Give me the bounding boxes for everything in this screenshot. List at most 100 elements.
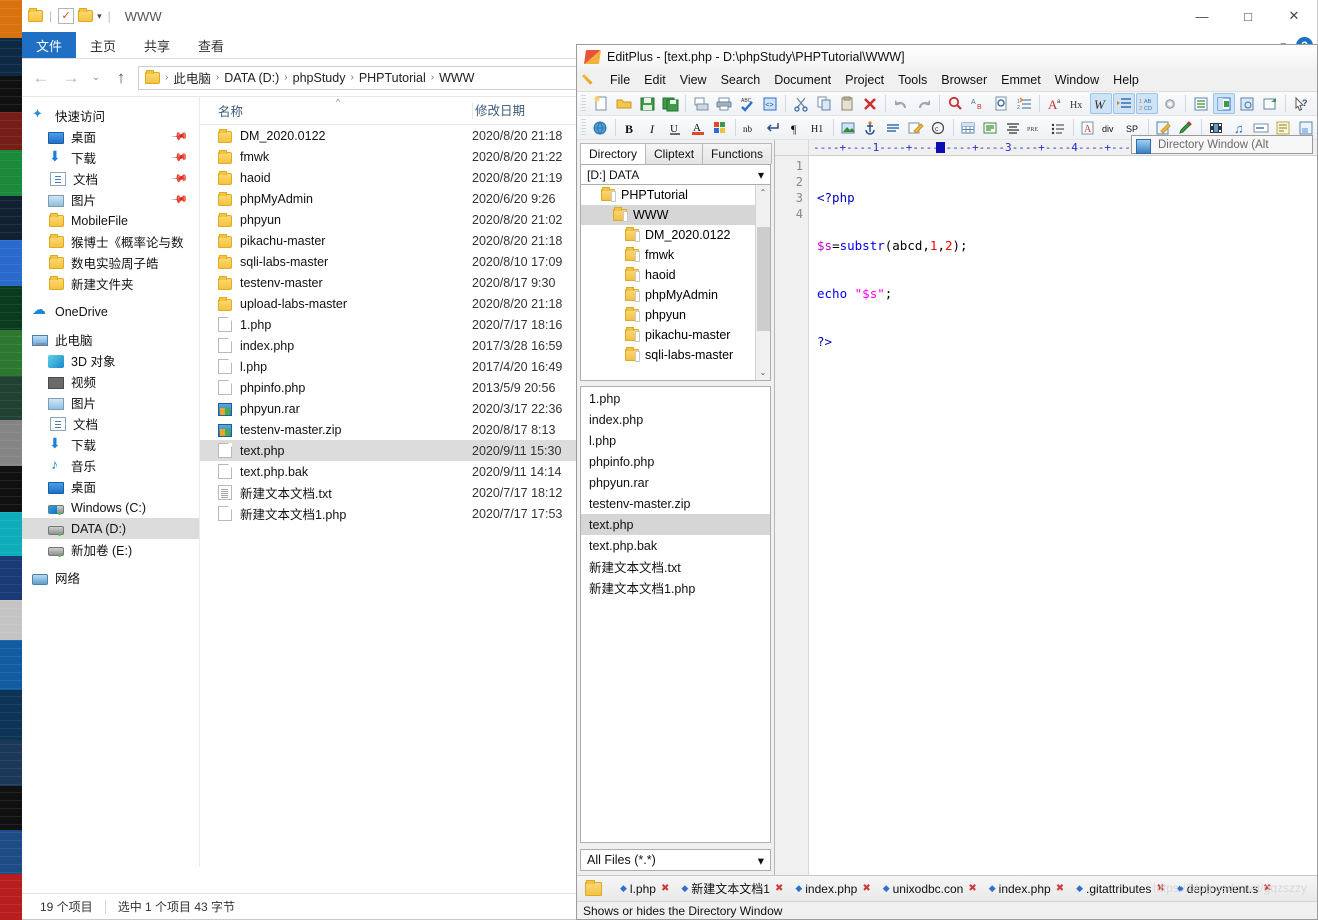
cut-icon[interactable] xyxy=(790,93,812,114)
sidebar-item-17[interactable]: 桌面 xyxy=(22,476,199,497)
sidebar-item-21[interactable]: 网络 xyxy=(22,567,199,588)
breadcrumb-phpstudy[interactable]: phpStudy xyxy=(293,71,346,85)
maximize-button[interactable]: □ xyxy=(1225,0,1271,32)
menu-emmet[interactable]: Emmet xyxy=(994,69,1048,92)
form-icon[interactable] xyxy=(980,117,1001,138)
pin-icon[interactable]: 📌 xyxy=(171,127,190,146)
tab-directory[interactable]: Directory xyxy=(580,143,647,164)
delete-icon[interactable] xyxy=(859,93,881,114)
document-tab-5[interactable]: ◆ .gitattributes ✖ xyxy=(1070,882,1171,896)
directory-file-list[interactable]: 1.php index.php l.php phpinfo.php phpyun.rar… xyxy=(580,386,771,843)
source-code-icon[interactable]: <> xyxy=(759,93,781,114)
menu-search[interactable]: Search xyxy=(714,69,768,92)
directory-tree-item-0[interactable]: PHPTutorial xyxy=(581,185,770,205)
copyright-icon[interactable]: c xyxy=(927,117,948,138)
align-icon[interactable] xyxy=(1003,117,1024,138)
sidebar-item-6[interactable]: 猴博士《概率论与数 xyxy=(22,231,199,252)
copy-icon[interactable] xyxy=(813,93,835,114)
close-icon[interactable]: ✖ xyxy=(1156,883,1164,894)
chevron-down-icon[interactable]: ▾ xyxy=(758,168,764,182)
sidebar-item-11[interactable]: 3D 对象 xyxy=(22,350,199,371)
heading-icon[interactable]: H1 xyxy=(807,117,828,138)
list-item[interactable]: 新建文本文档.txt xyxy=(581,556,770,577)
sidebar-item-8[interactable]: 新建文件夹 xyxy=(22,273,199,294)
ribbon-tab-view[interactable]: 查看 xyxy=(184,32,238,58)
directory-tree-item-1[interactable]: WWW xyxy=(581,205,770,225)
close-icon[interactable]: ✖ xyxy=(968,883,976,894)
document-tab-0[interactable]: ◆ l.php ✖ xyxy=(614,882,675,896)
pin-icon[interactable]: 📌 xyxy=(171,169,190,188)
save-icon[interactable] xyxy=(636,93,658,114)
goto-line-icon[interactable]: 12 xyxy=(1013,93,1035,114)
menu-browser[interactable]: Browser xyxy=(934,69,994,92)
document-tab-6[interactable]: ◆ deployment.s ✖ xyxy=(1171,882,1278,896)
list-item[interactable]: l.php xyxy=(581,430,770,451)
directory-window-icon[interactable] xyxy=(1213,93,1235,114)
document-selector-icon[interactable] xyxy=(1190,93,1212,114)
code-area[interactable]: 1 ▶2 3 4 <?php $s=substr(abcd,1,2); echo… xyxy=(775,156,1317,875)
print-preview-icon[interactable] xyxy=(690,93,712,114)
breadcrumb-this-pc[interactable]: 此电脑 xyxy=(173,68,211,87)
close-button[interactable]: ✕ xyxy=(1271,0,1317,32)
list-item[interactable]: index.php xyxy=(581,409,770,430)
up-button[interactable]: ↑ xyxy=(108,65,134,91)
bold-icon[interactable]: B xyxy=(620,117,641,138)
list-item[interactable]: testenv-master.zip xyxy=(581,493,770,514)
directory-tree-item-3[interactable]: fmwk xyxy=(581,245,770,265)
ribbon-tab-home[interactable]: 主页 xyxy=(76,32,130,58)
breadcrumb-www[interactable]: WWW xyxy=(439,71,474,85)
italic-icon[interactable]: I xyxy=(643,117,664,138)
menu-window[interactable]: Window xyxy=(1048,69,1106,92)
hex-viewer-icon[interactable]: Hx xyxy=(1067,93,1089,114)
sidebar-item-13[interactable]: 图片 xyxy=(22,392,199,413)
document-tab-1[interactable]: ◆ 新建文本文档1 ✖ xyxy=(675,880,789,897)
directory-tree-item-5[interactable]: phpMyAdmin xyxy=(581,285,770,305)
document-tab-2[interactable]: ◆ index.php ✖ xyxy=(789,882,876,896)
image-icon[interactable] xyxy=(838,117,859,138)
hr-icon[interactable] xyxy=(883,117,904,138)
sidebar-item-15[interactable]: 下载 xyxy=(22,434,199,455)
paragraph-icon[interactable]: ¶ xyxy=(785,117,806,138)
close-icon[interactable]: ✖ xyxy=(1056,883,1064,894)
directory-tree-item-6[interactable]: phpyun xyxy=(581,305,770,325)
menu-file[interactable]: File xyxy=(603,69,637,92)
chevron-down-icon[interactable]: ▾ xyxy=(758,853,764,868)
menu-view[interactable]: View xyxy=(673,69,714,92)
menu-tools[interactable]: Tools xyxy=(891,69,934,92)
list-item[interactable]: text.php xyxy=(581,514,770,535)
sidebar-item-4[interactable]: 图片 📌 xyxy=(22,189,199,210)
breadcrumb-phptutorial[interactable]: PHPTutorial xyxy=(359,71,426,85)
sidebar-item-18[interactable]: Windows (C:) xyxy=(22,497,199,518)
sidebar-item-3[interactable]: 文档 📌 xyxy=(22,168,199,189)
breadcrumb-data-d[interactable]: DATA (D:) xyxy=(224,71,279,85)
list-item[interactable]: 1.php xyxy=(581,388,770,409)
replace-icon[interactable]: AB xyxy=(967,93,989,114)
directory-tree-item-4[interactable]: haoid xyxy=(581,265,770,285)
sidebar-item-9[interactable]: OneDrive xyxy=(22,301,199,322)
menu-help[interactable]: Help xyxy=(1106,69,1146,92)
undo-icon[interactable] xyxy=(890,93,912,114)
auto-indent-icon[interactable] xyxy=(1113,93,1135,114)
properties-icon[interactable]: ✓ xyxy=(58,8,75,24)
ribbon-tab-file[interactable]: 文件 xyxy=(22,32,77,58)
output-window-icon[interactable] xyxy=(1236,93,1258,114)
word-wrap-icon[interactable]: W xyxy=(1090,93,1112,114)
toolbar-grip[interactable] xyxy=(581,118,586,137)
drive-selector[interactable]: [D:] DATA ▾ xyxy=(580,164,771,185)
new-folder-icon[interactable] xyxy=(78,8,94,22)
quick-access-toolbar[interactable]: | ✓ ▾ | xyxy=(28,8,113,24)
document-tab-3[interactable]: ◆ unixodbc.con ✖ xyxy=(877,882,983,896)
font-color-icon[interactable]: A xyxy=(687,117,708,138)
list-item[interactable]: text.php.bak xyxy=(581,535,770,556)
navigation-pane[interactable]: 快速访问桌面 📌 下载 📌 文档 📌 图片 📌 MobileFile 猴博士《概率论与数数电实验周… xyxy=(22,97,200,867)
customize-caret-icon[interactable]: ▾ xyxy=(97,11,102,22)
back-button[interactable]: ← xyxy=(28,65,54,91)
close-icon[interactable]: ✖ xyxy=(775,883,783,894)
edit-link-icon[interactable] xyxy=(905,117,926,138)
paste-icon[interactable] xyxy=(836,93,858,114)
help-pointer-icon[interactable]: ? xyxy=(1290,93,1312,114)
menu-edit[interactable]: Edit xyxy=(637,69,673,92)
sidebar-item-7[interactable]: 数电实验周子皓 xyxy=(22,252,199,273)
file-filter-selector[interactable]: All Files (*.*) ▾ xyxy=(580,849,771,871)
directory-tree-scrollbar[interactable]: ⌃ ⌄ xyxy=(755,185,770,380)
